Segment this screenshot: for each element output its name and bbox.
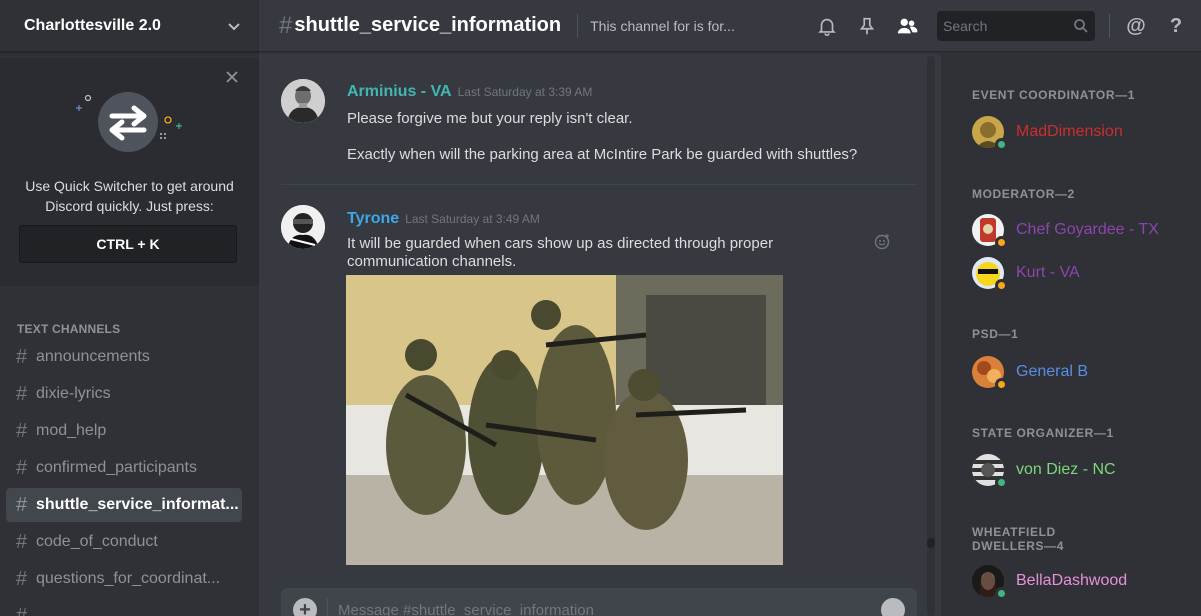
message-timestamp: Last Saturday at 3:49 AM bbox=[405, 212, 540, 226]
search-input[interactable] bbox=[943, 18, 1063, 34]
member-name: Chef Goyardee - TX bbox=[1016, 221, 1159, 238]
online-status-dot bbox=[995, 138, 1008, 151]
swap-arrows-icon bbox=[76, 92, 182, 152]
guild-name: Charlottesville 2.0 bbox=[24, 16, 161, 34]
message-line: Exactly when will the parking area at Mc… bbox=[347, 146, 858, 163]
message-list: Arminius - VA Last Saturday at 3:39 AM Pl… bbox=[259, 52, 939, 616]
member-item[interactable]: Kurt - VA bbox=[972, 255, 1192, 292]
emoji-icon[interactable] bbox=[881, 598, 905, 616]
idle-status-dot bbox=[995, 279, 1008, 292]
hash-icon: # bbox=[16, 456, 28, 479]
role-header: MODERATOR—2 bbox=[972, 187, 1075, 201]
hash-icon: # bbox=[16, 419, 28, 442]
channel-name: confirmed_participants bbox=[36, 459, 197, 476]
channel-item[interactable]: # confirmed_participants bbox=[6, 451, 242, 485]
quick-switcher-tip: Use Quick Switcher to get around Discord… bbox=[0, 58, 259, 286]
member-item[interactable]: MadDimension bbox=[972, 114, 1192, 151]
role-header: EVENT COORDINATOR—1 bbox=[972, 88, 1135, 102]
hash-icon: # bbox=[16, 382, 28, 405]
role-header: STATE ORGANIZER—1 bbox=[972, 426, 1114, 440]
channel-name: dixie-lyrics bbox=[36, 385, 111, 402]
guild-header[interactable]: Charlottesville 2.0 bbox=[0, 0, 259, 52]
members-icon[interactable] bbox=[896, 15, 918, 37]
toolbar-divider bbox=[1109, 14, 1110, 38]
channel-name: shuttle_service_informat... bbox=[36, 496, 239, 513]
close-icon[interactable] bbox=[225, 70, 239, 84]
member-list: EVENT COORDINATOR—1 MadDimension MODERAT… bbox=[941, 52, 1201, 616]
avatar[interactable] bbox=[281, 205, 325, 249]
member-name: General B bbox=[1016, 363, 1089, 380]
search-box[interactable] bbox=[937, 11, 1095, 41]
channel-header: # shuttle_service_information This chann… bbox=[259, 0, 1201, 52]
channel-name: code_of_conduct bbox=[36, 533, 158, 550]
member-name: MadDimension bbox=[1016, 123, 1123, 140]
scrollbar-thumb[interactable] bbox=[927, 538, 935, 548]
message-line: Please forgive me but your reply isn't c… bbox=[347, 110, 633, 127]
role-header: WHEATFIELD bbox=[972, 525, 1056, 539]
hash-icon: # bbox=[16, 567, 28, 590]
online-status-dot bbox=[995, 476, 1008, 489]
channel-name: announcements bbox=[36, 348, 150, 365]
bell-icon[interactable] bbox=[816, 15, 838, 37]
member-item[interactable]: BellaDashwood bbox=[972, 563, 1192, 600]
message-line: communication channels. bbox=[347, 253, 517, 270]
help-icon[interactable]: ? bbox=[1165, 15, 1187, 37]
add-reaction-icon[interactable] bbox=[874, 232, 892, 250]
quick-switcher-text: Use Quick Switcher to get around Discord… bbox=[25, 178, 234, 214]
hash-icon: # bbox=[16, 493, 28, 516]
message-author[interactable]: Tyrone Last Saturday at 3:49 AM bbox=[347, 210, 540, 228]
channel-name: questions_for_coordinat... bbox=[36, 570, 221, 587]
channel-hash-icon: # bbox=[279, 11, 293, 39]
member-name: BellaDashwood bbox=[1016, 572, 1128, 589]
pin-icon[interactable] bbox=[856, 15, 878, 37]
member-item[interactable]: General B bbox=[972, 354, 1192, 391]
message-composer: + bbox=[281, 588, 917, 616]
channel-item[interactable]: # announcements bbox=[6, 340, 242, 374]
channel-name: mod_help bbox=[36, 422, 107, 439]
message-scrollbar[interactable] bbox=[927, 56, 935, 616]
image-attachment[interactable] bbox=[346, 275, 783, 565]
channel-topic[interactable]: This channel for is for... bbox=[590, 18, 735, 34]
search-icon bbox=[1074, 19, 1088, 33]
message-timestamp: Last Saturday at 3:39 AM bbox=[457, 85, 593, 99]
hash-icon: # bbox=[16, 604, 28, 616]
channel-item[interactable]: # code_of_conduct bbox=[6, 525, 242, 559]
channel-item[interactable]: # mod_help bbox=[6, 414, 242, 448]
idle-status-dot bbox=[995, 378, 1008, 391]
hash-icon: # bbox=[16, 530, 28, 553]
avatar[interactable] bbox=[281, 79, 325, 123]
member-name: von Diez - NC bbox=[1016, 461, 1116, 478]
category-text-channels[interactable]: TEXT CHANNELS bbox=[17, 322, 120, 336]
author-name[interactable]: Arminius - VA bbox=[347, 83, 452, 100]
channel-title: shuttle_service_information bbox=[294, 14, 562, 36]
role-header: DWELLERS—4 bbox=[972, 539, 1065, 553]
hash-icon: # bbox=[16, 345, 28, 368]
channel-item[interactable]: # dixie-lyrics bbox=[6, 377, 242, 411]
message-line: It will be guarded when cars show up as … bbox=[347, 235, 774, 252]
message-author[interactable]: Arminius - VA Last Saturday at 3:39 AM bbox=[347, 83, 592, 101]
channel-item[interactable]: # bbox=[6, 599, 242, 616]
message-input[interactable] bbox=[338, 601, 881, 616]
composer-divider bbox=[327, 598, 328, 616]
author-name[interactable]: Tyrone bbox=[347, 210, 399, 227]
member-item[interactable]: Chef Goyardee - TX bbox=[972, 212, 1192, 249]
quick-switcher-shortcut[interactable]: CTRL + K bbox=[19, 225, 237, 263]
idle-status-dot bbox=[995, 236, 1008, 249]
chevron-down-icon[interactable] bbox=[227, 19, 241, 33]
header-toolbar: @ ? bbox=[807, 0, 1201, 52]
channel-item[interactable]: # questions_for_coordinat... bbox=[6, 562, 242, 596]
mention-icon[interactable]: @ bbox=[1125, 15, 1147, 37]
upload-plus-icon[interactable]: + bbox=[293, 598, 317, 616]
member-name: Kurt - VA bbox=[1016, 264, 1080, 281]
online-status-dot bbox=[995, 587, 1008, 600]
role-header: PSD—1 bbox=[972, 327, 1019, 341]
channel-item-active[interactable]: # shuttle_service_informat... bbox=[6, 488, 242, 522]
channel-list: # announcements # dixie-lyrics # mod_help #… bbox=[6, 340, 242, 616]
channel-sidebar: Charlottesville 2.0 Use Quick Switcher t… bbox=[0, 0, 259, 616]
header-divider bbox=[577, 13, 579, 38]
message-divider bbox=[281, 184, 917, 185]
member-item[interactable]: von Diez - NC bbox=[972, 452, 1192, 489]
